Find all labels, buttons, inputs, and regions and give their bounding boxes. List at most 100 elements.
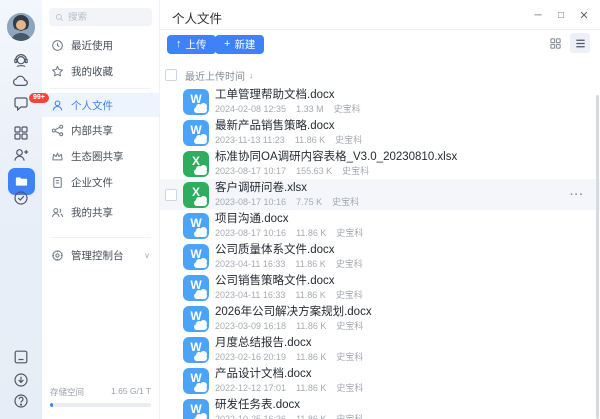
file-row[interactable]: X 客户调研问卷.xlsx 2023-08-17 10:16 7.75 K 史宝… <box>160 179 600 210</box>
file-date: 2022-12-12 17:01 <box>215 383 286 393</box>
file-name: 研发任务表.docx <box>215 399 363 412</box>
file-row[interactable]: W 研发任务表.docx 2022-10-25 16:36 11.86 K 史宝… <box>160 396 600 419</box>
feedback-icon[interactable] <box>12 348 30 366</box>
file-size: 155.63 K <box>296 166 332 176</box>
scrollbar-thumb[interactable] <box>596 95 599 419</box>
file-row[interactable]: W 项目沟通.docx 2023-08-17 10:16 11.86 K 史宝科… <box>160 210 600 241</box>
search-box[interactable] <box>49 8 152 26</box>
file-size: 11.86 K <box>296 321 326 331</box>
file-meta: 2023-02-16 20:19 11.86 K 史宝科 <box>215 352 363 362</box>
file-list: W 工单管理帮助文档.docx 2024-02-08 12:35 1.33 M … <box>160 86 600 419</box>
file-name: 标准协同OA调研内容表格_V3.0_20230810.xlsx <box>215 151 457 164</box>
enterprise-doc-icon <box>51 176 64 189</box>
help-icon[interactable] <box>12 392 30 410</box>
create-button[interactable]: + 新建 <box>215 35 264 54</box>
sort-label[interactable]: 最近上传时间 <box>185 68 245 83</box>
sidebar-item-internal-share[interactable]: 内部共享 <box>42 117 159 143</box>
todo-check-icon[interactable] <box>12 189 30 207</box>
file-date: 2023-08-17 10:16 <box>215 197 286 207</box>
file-size: 11.86 K <box>295 290 325 300</box>
file-type-icon: W <box>183 89 209 115</box>
file-type-icon: X <box>183 151 209 177</box>
file-row[interactable]: W 产品设计文档.docx 2022-12-12 17:01 11.86 K 史… <box>160 365 600 396</box>
file-meta: 2022-10-25 16:36 11.86 K 史宝科 <box>215 414 363 419</box>
storage-progress-bar <box>50 403 151 407</box>
sidebar-item-admin-console[interactable]: 管理控制台 ∨ <box>42 242 159 268</box>
sidebar-item-label: 生态圈共享 <box>71 149 124 164</box>
sidebar-item-my-share[interactable]: 我的共享 <box>42 199 159 225</box>
file-name: 产品设计文档.docx <box>215 368 363 381</box>
more-actions-icon[interactable]: ··· <box>570 189 584 201</box>
storage-section: 存储空间 1.65 G/1 T <box>42 386 159 419</box>
sidebar-item-label: 我的共享 <box>71 205 113 220</box>
app-window: 99+ <box>0 0 600 419</box>
sidebar-item-ecosystem-share[interactable]: 生态圈共享 <box>42 143 159 169</box>
divider <box>50 88 151 89</box>
cloud-sync-icon <box>194 293 207 299</box>
chat-icon[interactable] <box>12 95 30 113</box>
file-meta: 2023-04-11 16:33 11.86 K 史宝科 <box>215 259 363 269</box>
sidebar-item-enterprise-files[interactable]: 企业文件 <box>42 169 159 195</box>
sidebar: 最近使用 我的收藏 个人文件 内部共享 <box>42 0 160 419</box>
upload-button[interactable]: ↑ 上传 <box>167 35 216 54</box>
file-owner: 史宝科 <box>336 228 363 238</box>
grid-view-icon[interactable] <box>545 33 565 53</box>
file-row[interactable]: W 公司销售策略文件.docx 2023-04-11 16:33 11.86 K… <box>160 272 600 303</box>
row-checkbox[interactable] <box>165 189 177 201</box>
title-bar: 个人文件 ─ □ ✕ <box>160 0 600 30</box>
cloud-sync-icon <box>194 355 207 361</box>
file-row[interactable]: W 2026年公司解决方案规划.docx 2023-03-09 16:18 11… <box>160 303 600 334</box>
file-row[interactable]: W 月度总结报告.docx 2023-02-16 20:19 11.86 K 史… <box>160 334 600 365</box>
chevron-down-icon[interactable]: ∨ <box>144 251 150 260</box>
storage-label: 存储空间 <box>50 386 84 398</box>
update-icon[interactable] <box>12 371 30 389</box>
cloud-sync-icon <box>194 138 207 144</box>
search-input[interactable] <box>68 12 146 23</box>
file-row[interactable]: W 工单管理帮助文档.docx 2024-02-08 12:35 1.33 M … <box>160 86 600 117</box>
users-icon <box>51 206 64 219</box>
select-all-checkbox[interactable] <box>165 69 177 81</box>
file-owner: 史宝科 <box>336 321 363 331</box>
file-type-icon: W <box>183 275 209 301</box>
file-row[interactable]: W 最新产品销售策略.docx 2023-11-13 11:23 11.86 K… <box>160 117 600 148</box>
cloud-sync-icon <box>194 262 207 268</box>
left-rail: 99+ <box>0 0 42 419</box>
sidebar-item-label: 我的收藏 <box>71 64 113 79</box>
search-icon <box>55 13 64 22</box>
page-title: 个人文件 <box>172 8 222 27</box>
sort-direction-icon[interactable]: ↓ <box>249 70 254 80</box>
user-icon <box>51 99 64 112</box>
storage-value: 1.65 G/1 T <box>111 386 151 398</box>
contacts-icon[interactable] <box>12 146 30 164</box>
sidebar-item-recent[interactable]: 最近使用 <box>42 32 159 58</box>
sidebar-item-favorites[interactable]: 我的收藏 <box>42 58 159 84</box>
file-row[interactable]: X 标准协同OA调研内容表格_V3.0_20230810.xlsx 2023-0… <box>160 148 600 179</box>
file-size: 1.33 M <box>296 104 324 114</box>
maximize-button[interactable]: □ <box>553 7 569 23</box>
file-name: 最新产品销售策略.docx <box>215 120 362 133</box>
cloud-icon[interactable] <box>12 72 30 90</box>
list-view-icon[interactable] <box>570 33 590 53</box>
list-header: 最近上传时间 ↓ <box>160 64 600 86</box>
cloud-sync-icon <box>194 200 207 206</box>
sidebar-item-label: 个人文件 <box>71 98 113 113</box>
file-size: 11.86 K <box>296 352 326 362</box>
apps-grid-icon[interactable] <box>12 124 30 142</box>
file-owner: 史宝科 <box>332 197 359 207</box>
cloud-sync-icon <box>194 107 207 113</box>
file-row[interactable]: W 公司质量体系文件.docx 2023-04-11 16:33 11.86 K… <box>160 241 600 272</box>
minimize-button[interactable]: ─ <box>530 7 546 23</box>
file-name: 项目沟通.docx <box>215 213 363 226</box>
file-name: 公司质量体系文件.docx <box>215 244 363 257</box>
toolbar: ↑ 上传 + 新建 <box>160 30 600 64</box>
sidebar-item-personal-files[interactable]: 个人文件 <box>42 93 159 117</box>
file-meta: 2023-11-13 11:23 11.86 K 史宝科 <box>215 135 362 145</box>
file-meta: 2023-08-17 10:17 155.63 K 史宝科 <box>215 166 457 176</box>
divider <box>50 237 151 238</box>
sidebar-item-label: 管理控制台 <box>71 248 124 263</box>
sidebar-item-label: 最近使用 <box>71 38 113 53</box>
file-date: 2023-11-13 11:23 <box>215 135 285 145</box>
customer-service-icon[interactable] <box>12 52 30 70</box>
close-button[interactable]: ✕ <box>576 7 592 23</box>
avatar[interactable] <box>7 13 35 41</box>
